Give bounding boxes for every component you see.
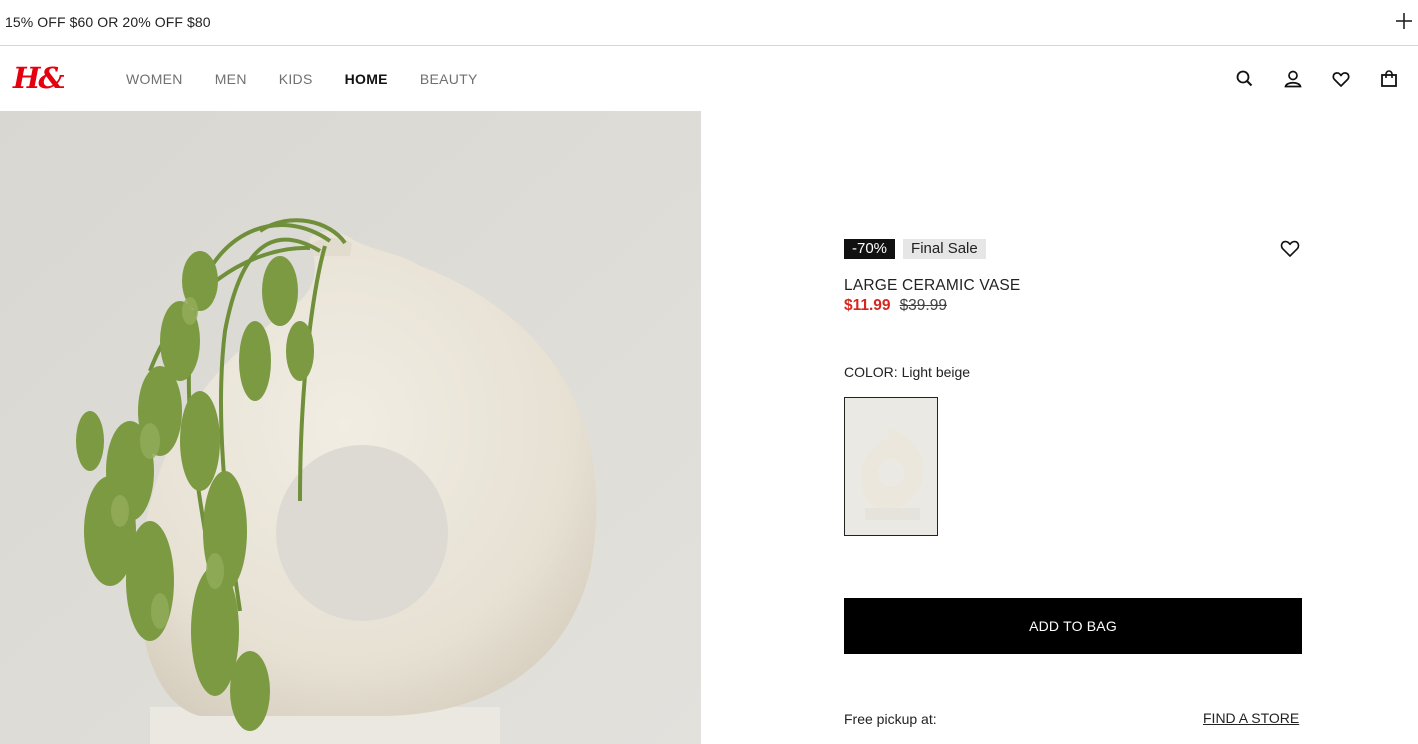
add-to-bag-button[interactable]: ADD TO BAG — [844, 598, 1302, 654]
price-row: $11.99 $39.99 — [844, 297, 947, 315]
promo-bar: 15% OFF $60 OR 20% OFF $80 — [0, 0, 1418, 46]
nav-item-beauty[interactable]: BEAUTY — [420, 71, 478, 87]
product-image[interactable] — [0, 111, 701, 744]
sale-price: $11.99 — [844, 297, 891, 314]
nav-item-home[interactable]: HOME — [345, 71, 388, 87]
nav-item-kids[interactable]: KIDS — [279, 71, 313, 87]
favorite-heart-icon[interactable] — [1278, 236, 1302, 260]
discount-badge: -70% — [844, 239, 896, 259]
find-store-link[interactable]: FIND A STORE — [1203, 710, 1299, 726]
nav-item-men[interactable]: MEN — [215, 71, 247, 87]
account-icon[interactable] — [1281, 67, 1305, 91]
site-header: H&M WOMEN MEN KIDS HOME BEAUTY — [0, 47, 1418, 111]
nav-item-women[interactable]: WOMEN — [126, 71, 183, 87]
hm-logo[interactable]: H&M — [12, 60, 64, 96]
heart-icon[interactable] — [1329, 67, 1353, 91]
bag-icon[interactable] — [1377, 67, 1401, 91]
main-nav: WOMEN MEN KIDS HOME BEAUTY — [126, 71, 510, 87]
color-swatch-light-beige[interactable] — [844, 397, 938, 536]
product-title: LARGE CERAMIC VASE — [844, 277, 1021, 294]
final-sale-badge: Final Sale — [903, 239, 986, 259]
svg-text:H&M: H&M — [12, 61, 64, 95]
product-badges: -70% Final Sale — [844, 239, 986, 259]
plus-icon[interactable] — [1395, 12, 1413, 30]
search-icon[interactable] — [1233, 67, 1257, 91]
pickup-label: Free pickup at: — [844, 711, 937, 727]
color-label: COLOR: Light beige — [844, 364, 971, 380]
promo-text: 15% OFF $60 OR 20% OFF $80 — [5, 14, 211, 30]
original-price: $39.99 — [899, 297, 947, 314]
